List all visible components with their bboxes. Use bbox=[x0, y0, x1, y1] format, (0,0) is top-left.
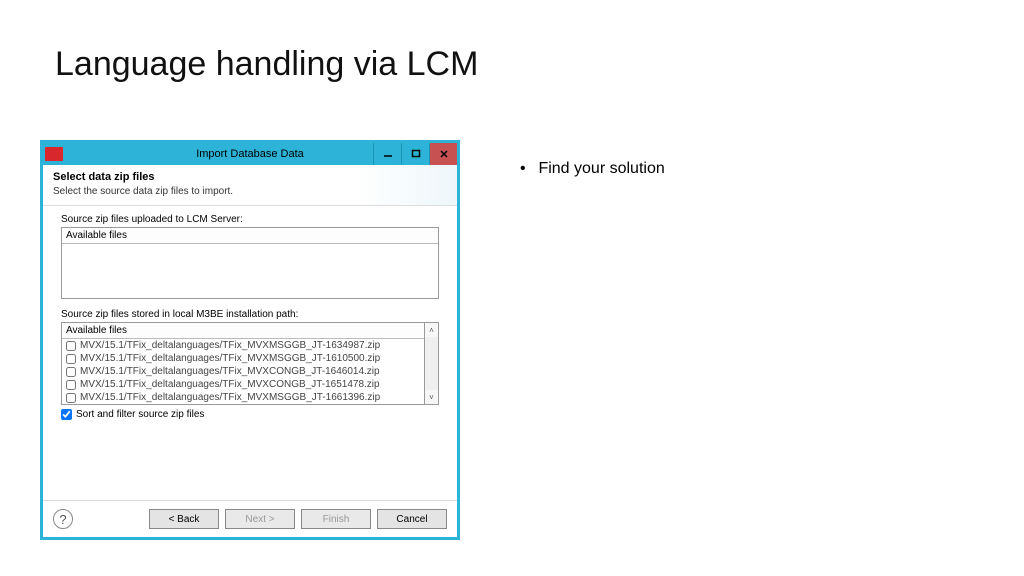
uploaded-files-list[interactable]: Available files bbox=[61, 227, 439, 299]
app-icon bbox=[45, 147, 63, 161]
maximize-button[interactable] bbox=[401, 143, 429, 165]
list-item[interactable]: MVX/15.1/TFix_deltalanguages/TFix_MVXMSG… bbox=[62, 391, 424, 404]
cancel-button[interactable]: Cancel bbox=[377, 509, 447, 529]
file-name: MVX/15.1/TFix_deltalanguages/TFix_MVXMSG… bbox=[80, 353, 380, 364]
maximize-icon bbox=[411, 149, 421, 159]
sort-filter-checkbox[interactable] bbox=[61, 409, 72, 420]
sort-filter-row[interactable]: Sort and filter source zip files bbox=[61, 409, 439, 420]
file-name: MVX/15.1/TFix_deltalanguages/TFix_MVXMSG… bbox=[80, 392, 380, 403]
file-checkbox[interactable] bbox=[66, 341, 76, 351]
sort-filter-label: Sort and filter source zip files bbox=[76, 409, 204, 420]
help-icon: ? bbox=[59, 512, 66, 527]
wizard-header: Select data zip files Select the source … bbox=[43, 165, 457, 206]
uploaded-files-header: Available files bbox=[62, 228, 438, 244]
local-files-list[interactable]: Available files MVX/15.1/TFix_deltalangu… bbox=[61, 322, 425, 405]
wizard-step-subtitle: Select the source data zip files to impo… bbox=[53, 186, 447, 197]
bullet-text: Find your solution bbox=[538, 160, 664, 177]
scroll-down-button[interactable]: ˅ bbox=[425, 390, 438, 404]
section2-label: Source zip files stored in local M3BE in… bbox=[61, 309, 439, 320]
file-checkbox[interactable] bbox=[66, 380, 76, 390]
finish-button[interactable]: Finish bbox=[301, 509, 371, 529]
chevron-up-icon: ˄ bbox=[429, 326, 434, 335]
scroll-up-button[interactable]: ˄ bbox=[425, 323, 438, 337]
wizard-body: Source zip files uploaded to LCM Server:… bbox=[43, 206, 457, 500]
close-button[interactable] bbox=[429, 143, 457, 165]
section1-label: Source zip files uploaded to LCM Server: bbox=[61, 214, 439, 225]
help-button[interactable]: ? bbox=[53, 509, 73, 529]
dialog-window: Import Database Data Select data zip fil… bbox=[40, 140, 460, 540]
wizard-footer: ? < Back Next > Finish Cancel bbox=[43, 500, 457, 537]
minimize-button[interactable] bbox=[373, 143, 401, 165]
list-item[interactable]: MVX/15.1/TFix_deltalanguages/TFix_MVXCON… bbox=[62, 378, 424, 391]
list-item[interactable]: MVX/15.1/TFix_deltalanguages/TFix_MVXCON… bbox=[62, 365, 424, 378]
next-button[interactable]: Next > bbox=[225, 509, 295, 529]
file-checkbox[interactable] bbox=[66, 367, 76, 377]
titlebar[interactable]: Import Database Data bbox=[43, 143, 457, 165]
back-button[interactable]: < Back bbox=[149, 509, 219, 529]
window-controls bbox=[373, 143, 457, 165]
file-checkbox[interactable] bbox=[66, 393, 76, 403]
bullet-icon: • bbox=[520, 160, 534, 178]
file-name: MVX/15.1/TFix_deltalanguages/TFix_MVXMSG… bbox=[80, 340, 380, 351]
list-item[interactable]: MVX/15.1/TFix_deltalanguages/TFix_MVXMSG… bbox=[62, 339, 424, 352]
list-item[interactable]: MVX/15.1/TFix_deltalanguages/TFix_MVXMSG… bbox=[62, 352, 424, 365]
file-name: MVX/15.1/TFix_deltalanguages/TFix_MVXCON… bbox=[80, 366, 380, 377]
chevron-down-icon: ˅ bbox=[429, 393, 434, 402]
wizard-step-title: Select data zip files bbox=[53, 171, 447, 183]
minimize-icon bbox=[383, 149, 393, 159]
slide-title: Language handling via LCM bbox=[55, 45, 478, 84]
local-files-header: Available files bbox=[62, 323, 424, 339]
bullet-list: • Find your solution bbox=[520, 160, 665, 178]
file-checkbox[interactable] bbox=[66, 354, 76, 364]
file-name: MVX/15.1/TFix_deltalanguages/TFix_MVXCON… bbox=[80, 379, 380, 390]
close-icon bbox=[439, 149, 449, 159]
scrollbar[interactable]: ˄ ˅ bbox=[425, 322, 439, 405]
